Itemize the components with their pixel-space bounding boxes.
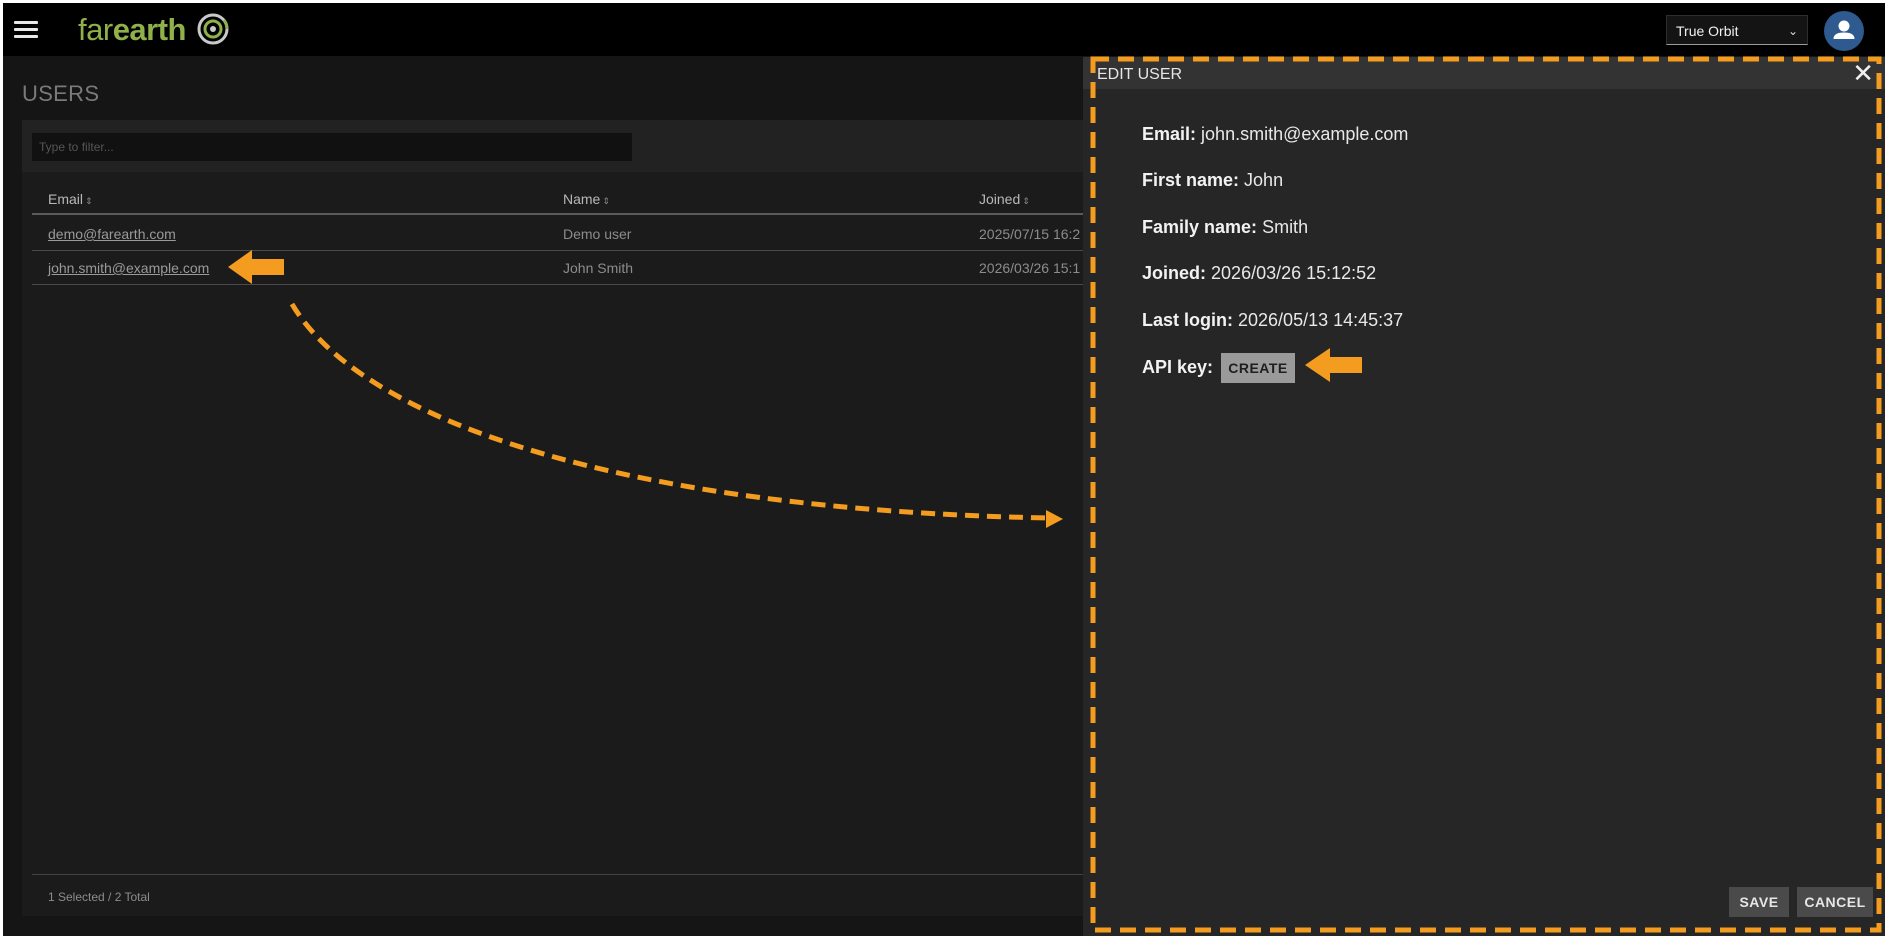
first-name-label: First name: [1142, 170, 1240, 190]
farearth-logo[interactable]: farearth [78, 10, 230, 50]
joined-value: 2026/03/26 15:12:52 [1211, 263, 1377, 283]
family-name-value: Smith [1262, 217, 1309, 237]
sort-icon: ⇕ [1022, 196, 1030, 206]
user-name-cell: John Smith [563, 260, 634, 276]
api-key-label: API key: [1142, 357, 1214, 377]
joined-label: Joined: [1142, 263, 1207, 283]
user-icon [1833, 20, 1855, 39]
last-login-label: Last login: [1142, 310, 1233, 330]
user-joined-cell: 2026/03/26 15:1 [979, 260, 1081, 276]
users-table-panel: Email⇕ Name⇕ Joined⇕ demo@farearth.com D… [22, 120, 1122, 916]
page-title: USERS [22, 81, 100, 106]
table-row[interactable]: john.smith@example.com John Smith 2026/0… [32, 251, 1122, 285]
sort-icon: ⇕ [602, 196, 610, 206]
joined-field: Joined: 2026/03/26 15:12:52 [1142, 263, 1376, 284]
organization-select[interactable]: True Orbit ⌄ [1666, 15, 1808, 45]
first-name-value: John [1244, 170, 1284, 190]
chevron-down-icon: ⌄ [1787, 24, 1798, 38]
table-row[interactable]: demo@farearth.com Demo user 2025/07/15 1… [32, 217, 1122, 251]
selection-count: 1 Selected / 2 Total [48, 890, 150, 904]
user-name-cell: Demo user [563, 226, 632, 242]
top-bar: farearth True Orbit ⌄ [3, 3, 1885, 56]
cancel-button[interactable]: CANCEL [1797, 887, 1873, 917]
filter-bar [22, 120, 1122, 172]
filter-input[interactable] [32, 133, 632, 161]
first-name-field: First name: John [1142, 170, 1283, 191]
last-login-field: Last login: 2026/05/13 14:45:37 [1142, 310, 1403, 331]
app-frame: farearth True Orbit ⌄ USERS Email [3, 3, 1885, 936]
user-joined-cell: 2025/07/15 16:2 [979, 226, 1081, 242]
api-key-field: API key: [1142, 357, 1213, 378]
column-header-email[interactable]: Email ⇕ [48, 191, 93, 207]
column-header-joined[interactable]: Joined ⇕ [979, 191, 1030, 207]
close-icon[interactable]: ✕ [1852, 60, 1874, 86]
edit-user-dialog: EDIT USER ✕ Email: john.smith@example.co… [1083, 57, 1885, 936]
create-api-key-button[interactable]: CREATE [1221, 353, 1295, 383]
table-header: Email ⇕ Name ⇕ Joined ⇕ [32, 185, 1122, 215]
hamburger-menu-icon[interactable] [14, 21, 38, 39]
family-name-label: Family name: [1142, 217, 1258, 237]
email-value: john.smith@example.com [1201, 124, 1409, 144]
user-avatar[interactable] [1824, 11, 1864, 51]
last-login-value: 2026/05/13 14:45:37 [1238, 310, 1404, 330]
column-header-name[interactable]: Name ⇕ [563, 191, 610, 207]
email-label: Email: [1142, 124, 1197, 144]
email-field: Email: john.smith@example.com [1142, 124, 1408, 145]
dialog-title: EDIT USER [1097, 66, 1183, 83]
table-footer: 1 Selected / 2 Total [32, 874, 1122, 917]
user-email-link[interactable]: john.smith@example.com [48, 260, 209, 276]
orbit-swirl-icon [197, 13, 229, 45]
user-email-link[interactable]: demo@farearth.com [48, 226, 176, 242]
dialog-header: EDIT USER ✕ [1083, 57, 1885, 89]
family-name-field: Family name: Smith [1142, 217, 1308, 238]
sort-icon: ⇕ [85, 196, 93, 206]
save-button[interactable]: SAVE [1729, 887, 1789, 917]
